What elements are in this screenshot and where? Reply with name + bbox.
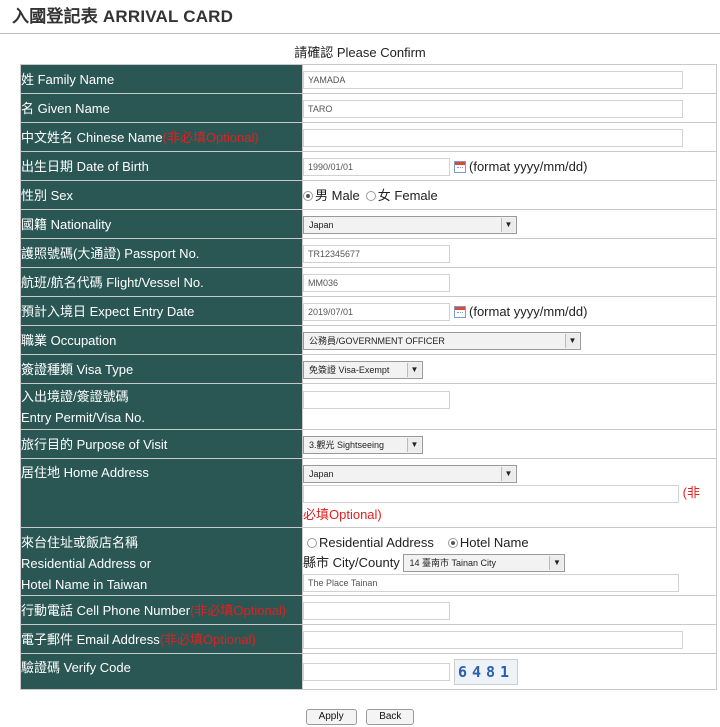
passport-input[interactable] xyxy=(303,244,450,263)
dob-format-hint: (format yyyy/mm/dd) xyxy=(469,159,588,175)
chevron-down-icon: ▼ xyxy=(549,555,564,570)
entry-date-input[interactable] xyxy=(303,302,450,321)
back-button[interactable]: Back xyxy=(366,709,415,725)
entry-date-format-hint: (format yyyy/mm/dd) xyxy=(469,304,588,320)
visa-type-label: 簽證種類 Visa Type xyxy=(20,354,303,384)
row-nationality: 國籍 Nationality Japan ▼ xyxy=(20,209,717,239)
home-address-label: 居住地 Home Address xyxy=(20,458,303,528)
given-name-input[interactable] xyxy=(303,99,683,118)
flight-input[interactable] xyxy=(303,273,450,292)
calendar-icon[interactable] xyxy=(454,160,466,173)
taiwan-address-label-en1: Residential Address or xyxy=(21,556,152,571)
row-chinese-name: 中文姓名 Chinese Name(非必填Optional) xyxy=(20,122,717,152)
row-date-of-birth: 出生日期 Date of Birth (format yyyy/mm/dd) xyxy=(20,151,717,181)
county-label: 縣市 City/County xyxy=(303,555,400,571)
optional-note: (非必填Optional) xyxy=(190,602,287,618)
sex-male-radio[interactable] xyxy=(303,190,313,201)
row-email: 電子郵件 Email Address(非必填Optional) xyxy=(20,624,717,654)
sex-label: 性別 Sex xyxy=(20,180,303,210)
passport-label: 護照號碼(大通證) Passport No. xyxy=(20,238,303,268)
verify-code-label: 驗證碼 Verify Code xyxy=(20,653,303,690)
row-passport: 護照號碼(大通證) Passport No. xyxy=(20,238,717,268)
given-name-label: 名 Given Name xyxy=(20,93,303,123)
home-address-input[interactable] xyxy=(303,484,679,503)
row-sex: 性別 Sex 男 Male 女 Female xyxy=(20,180,717,210)
purpose-label: 旅行目的 Purpose of Visit xyxy=(20,429,303,459)
entry-permit-label-en: Entry Permit/Visa No. xyxy=(21,409,146,425)
button-bar: Apply Back xyxy=(0,709,720,725)
chinese-name-label: 中文姓名 Chinese Name xyxy=(21,129,163,145)
home-country-select[interactable]: Japan ▼ xyxy=(303,464,517,483)
row-entry-permit: 入出境證/簽證號碼 Entry Permit/Visa No. xyxy=(20,383,717,430)
occupation-select[interactable]: 公務員/GOVERNMENT OFFICER ▼ xyxy=(303,331,581,350)
row-cell-phone: 行動電話 Cell Phone Number(非必填Optional) xyxy=(20,595,717,625)
entry-permit-label-zh: 入出境證/簽證號碼 xyxy=(21,388,129,404)
dob-input[interactable] xyxy=(303,157,450,176)
email-label: 電子郵件 Email Address xyxy=(21,631,160,647)
cell-phone-input[interactable] xyxy=(303,601,450,620)
row-occupation: 職業 Occupation 公務員/GOVERNMENT OFFICER ▼ xyxy=(20,325,717,355)
taiwan-address-label-zh: 來台住址或飯店名稱 xyxy=(21,535,139,550)
chevron-down-icon: ▼ xyxy=(407,362,421,377)
home-address-optional-note-cont: 必填Optional) xyxy=(303,507,382,522)
occupation-label: 職業 Occupation xyxy=(20,325,303,355)
row-given-name: 名 Given Name xyxy=(20,93,717,123)
dob-label: 出生日期 Date of Birth xyxy=(20,151,303,181)
sex-male-label: 男 Male xyxy=(315,188,360,204)
entry-permit-input[interactable] xyxy=(303,390,450,409)
sex-female-radio[interactable] xyxy=(365,190,376,201)
home-address-optional-note: (非 xyxy=(682,485,700,500)
residential-address-label: Residential Address xyxy=(319,535,434,551)
arrival-card-form: 姓 Family Name 名 Given Name 中文姓名 Chinese … xyxy=(20,64,717,690)
hotel-name-input[interactable] xyxy=(303,573,679,592)
family-name-label: 姓 Family Name xyxy=(20,64,303,94)
optional-note: (非必填Optional) xyxy=(162,129,259,145)
row-taiwan-address: 來台住址或飯店名稱 Residential Address or Hotel Nam… xyxy=(20,527,717,596)
nationality-label: 國籍 Nationality xyxy=(20,209,303,239)
apply-button[interactable]: Apply xyxy=(305,709,357,725)
nationality-select[interactable]: Japan ▼ xyxy=(303,215,517,234)
cell-phone-label: 行動電話 Cell Phone Number xyxy=(21,602,191,618)
row-flight: 航班/航名代碼 Flight/Vessel No. xyxy=(20,267,717,297)
chevron-down-icon: ▼ xyxy=(501,217,515,232)
calendar-icon[interactable] xyxy=(454,305,466,318)
row-verify-code: 驗證碼 Verify Code 6481 xyxy=(20,653,717,690)
residential-address-radio[interactable] xyxy=(307,537,317,548)
entry-date-label: 預計入境日 Expect Entry Date xyxy=(20,296,303,326)
hotel-name-label: Hotel Name xyxy=(459,535,529,551)
row-family-name: 姓 Family Name xyxy=(20,64,717,94)
chevron-down-icon: ▼ xyxy=(565,333,579,348)
row-home-address: 居住地 Home Address Japan ▼ (非 必填Optional) xyxy=(20,458,717,528)
family-name-input[interactable] xyxy=(303,70,683,89)
county-select[interactable]: 14 臺南市 Tainan City ▼ xyxy=(403,553,566,572)
flight-label: 航班/航名代碼 Flight/Vessel No. xyxy=(20,267,303,297)
purpose-select[interactable]: 3.觀光 Sightseeing ▼ xyxy=(303,435,423,454)
row-purpose: 旅行目的 Purpose of Visit 3.觀光 Sightseeing ▼ xyxy=(20,429,717,459)
chinese-name-input[interactable] xyxy=(303,128,683,147)
confirm-subtitle: 請確認 Please Confirm xyxy=(294,45,426,60)
chevron-down-icon: ▼ xyxy=(501,466,515,481)
page-title: 入國登記表 ARRIVAL CARD xyxy=(12,7,234,26)
optional-note: (非必填Optional) xyxy=(159,631,256,647)
verify-code-input[interactable] xyxy=(303,662,450,681)
hotel-name-radio[interactable] xyxy=(447,537,458,548)
row-visa-type: 簽證種類 Visa Type 免簽證 Visa-Exempt ▼ xyxy=(20,354,717,384)
taiwan-address-label-en2: Hotel Name in Taiwan xyxy=(21,577,148,592)
row-entry-date: 預計入境日 Expect Entry Date (format yyyy/mm/… xyxy=(20,296,717,326)
email-input[interactable] xyxy=(303,630,683,649)
visa-type-select[interactable]: 免簽證 Visa-Exempt ▼ xyxy=(303,360,423,379)
captcha-image: 6481 xyxy=(454,658,518,685)
sex-female-label: 女 Female xyxy=(377,188,438,204)
title-divider xyxy=(0,33,720,34)
chevron-down-icon: ▼ xyxy=(407,437,421,452)
